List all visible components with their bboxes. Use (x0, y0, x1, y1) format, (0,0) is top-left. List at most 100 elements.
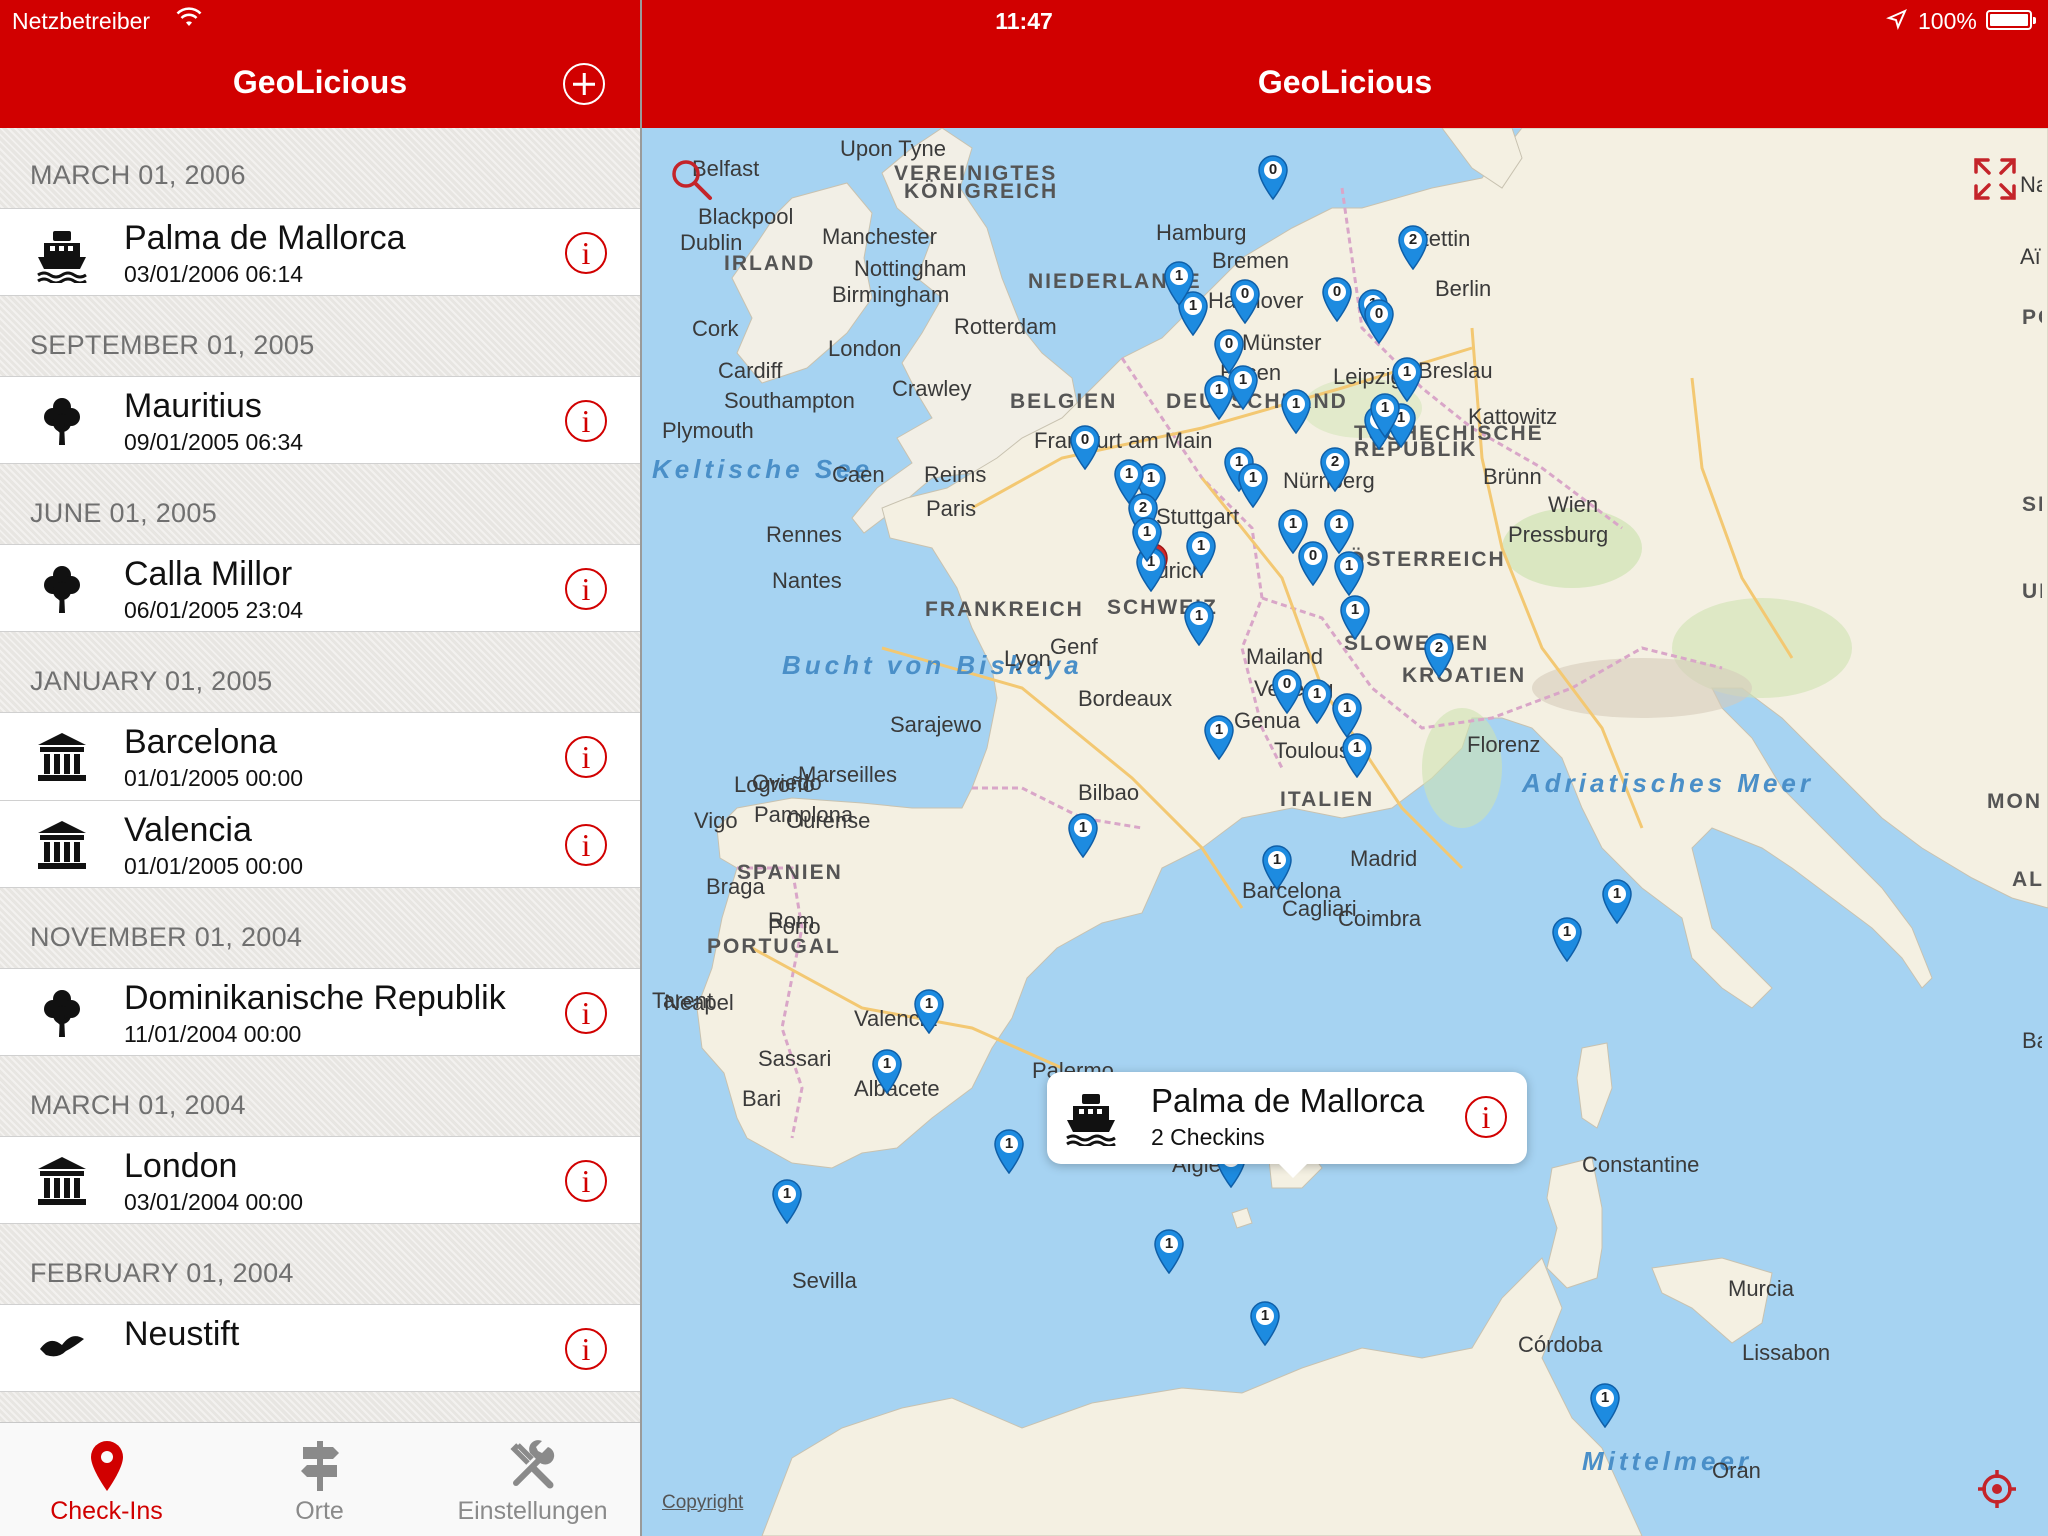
map-citie-label: Wien (1548, 492, 1599, 517)
map-pin-count: 0 (1240, 285, 1250, 302)
map-citie-label: Florenz (1467, 732, 1541, 757)
map-citie-label: Münster (1242, 330, 1322, 355)
map-pin[interactable]: 1 (1202, 714, 1236, 760)
bird-icon (36, 1323, 88, 1375)
add-checkin-button[interactable] (563, 63, 605, 105)
checkin-row[interactable]: Mauritius 09/01/2005 06:34 i (0, 376, 640, 464)
map-countrie-label: POL (2022, 306, 2042, 329)
map-pin-count: 1 (1272, 851, 1282, 868)
checkin-info-button[interactable]: i (565, 992, 607, 1034)
map-pin[interactable]: 1 (1588, 1382, 1622, 1428)
tab-check-ins[interactable]: Check-Ins (0, 1423, 213, 1536)
map-countrie-label: ÖSTERREICH (1348, 548, 1506, 571)
checkin-row[interactable]: Palma de Mallorca 03/01/2006 06:14 i (0, 208, 640, 296)
map-pin[interactable]: 1 (1600, 878, 1634, 924)
map-pin[interactable]: 2 (1318, 446, 1352, 492)
map-view[interactable]: VEREINIGTES KÖNIGREICH IRLAND NIEDERLANDE BE… (642, 128, 2048, 1536)
map-pin-count: 1 (1124, 465, 1134, 482)
right-nav-title: GeoLicious (1257, 64, 1433, 100)
checkin-title: Valencia (124, 811, 252, 849)
checkin-row[interactable]: Neustift i (0, 1304, 640, 1392)
checkin-row[interactable]: London 03/01/2004 00:00 i (0, 1136, 640, 1224)
map-pin[interactable]: 0 (1270, 668, 1304, 714)
map-callout-palma[interactable]: Palma de Mallorca 2 Checkins i (1047, 1072, 1527, 1178)
tab-orte[interactable]: Orte (213, 1423, 426, 1536)
map-pin[interactable]: 1 (1152, 1228, 1186, 1274)
map-pin[interactable]: 2 (1396, 224, 1430, 270)
map-search-icon[interactable] (668, 156, 714, 202)
map-pin[interactable]: 1 (1260, 844, 1294, 890)
checkin-info-button[interactable]: i (565, 400, 607, 442)
map-citie-label: Aïn Oussera (2020, 244, 2042, 269)
map-citie-label: Lyon (1004, 646, 1051, 671)
map-pin[interactable]: 1 (1340, 732, 1374, 778)
map-pin[interactable]: 1 (1248, 1300, 1282, 1346)
map-pin[interactable]: 1 (1332, 550, 1366, 596)
map-pin[interactable]: 1 (992, 1128, 1026, 1174)
map-pin[interactable]: 1 (1550, 916, 1584, 962)
map-countrie-label: UNG (2022, 580, 2042, 603)
clock-label: 11:47 (995, 8, 1053, 34)
map-citie-label: Frankfurt am Main (1034, 428, 1213, 453)
map-citie-label: Córdoba (1518, 1332, 1603, 1357)
map-countrie-label: KÖNIGREICH (904, 180, 1059, 203)
checkin-info-button[interactable]: i (565, 1328, 607, 1370)
section-header: MARCH 01, 2006 (30, 160, 246, 190)
checkin-info-button[interactable]: i (565, 232, 607, 274)
map-pin-count: 1 (1238, 371, 1248, 388)
map-pin[interactable]: 0 (1228, 278, 1262, 324)
map-citie-label: Genf (1050, 634, 1098, 659)
map-pin[interactable]: 1 (1226, 364, 1260, 410)
checkin-info-button[interactable]: i (565, 824, 607, 866)
checkin-row[interactable]: Valencia 01/01/2005 00:00 i (0, 800, 640, 888)
map-pin[interactable]: 0 (1362, 298, 1396, 344)
checkin-info-button[interactable]: i (565, 568, 607, 610)
checkin-row[interactable]: Calla Millor 06/01/2005 23:04 i (0, 544, 640, 632)
section-header: NOVEMBER 01, 2004 (30, 922, 303, 952)
map-pin[interactable]: 1 (1066, 812, 1100, 858)
map-countrie-label: AL (2012, 868, 2042, 891)
map-pin[interactable]: 1 (1300, 678, 1334, 724)
map-pin[interactable]: 1 (1236, 462, 1270, 508)
map-pin[interactable]: 1 (1162, 260, 1196, 306)
map-citie-label: Bremen (1212, 248, 1290, 273)
map-pin[interactable]: 1 (1182, 600, 1216, 646)
map-pin[interactable]: 1 (870, 1048, 904, 1094)
map-pin[interactable]: 1 (1279, 388, 1313, 434)
checkin-date: 03/01/2004 00:00 (124, 1189, 304, 1215)
map-pin[interactable]: 2 (1422, 632, 1456, 678)
map-pin[interactable]: 0 (1320, 276, 1354, 322)
callout-title: Palma de Mallorca (1151, 1082, 1425, 1119)
map-pin-count: 1 (782, 1185, 792, 1202)
checkin-list[interactable]: MARCH 01, 2006 Palma de Mallorca 03/01/200… (0, 128, 640, 1422)
map-citie-label: Madrid (1350, 846, 1418, 871)
map-pin[interactable]: 0 (1256, 154, 1290, 200)
map-pin[interactable]: 1 (1368, 392, 1402, 438)
checkin-info-button[interactable]: i (565, 736, 607, 778)
map-pin[interactable]: 1 (770, 1178, 804, 1224)
carrier-label: Netzbetreiber (12, 8, 151, 34)
checkin-info-button[interactable]: i (565, 1160, 607, 1202)
map-pin[interactable]: 1 (1338, 594, 1372, 640)
map-pin[interactable]: 1 (1330, 692, 1364, 738)
map-pin[interactable]: 1 (1184, 530, 1218, 576)
map-pin-count: 1 (1288, 515, 1298, 532)
map-pin-count: 1 (882, 1055, 892, 1072)
map-pin[interactable]: 1 (1130, 516, 1164, 562)
callout-info-button[interactable]: i (1465, 1096, 1507, 1138)
locate-me-icon[interactable] (1976, 1468, 2018, 1510)
map-pin[interactable]: 1 (912, 988, 946, 1034)
checkin-date: 03/01/2006 06:14 (124, 261, 304, 287)
checkin-title: Mauritius (124, 387, 262, 425)
map-copyright-link[interactable]: Copyright (662, 1492, 743, 1514)
checkin-row[interactable]: Barcelona 01/01/2005 00:00 i (0, 712, 640, 800)
map-pin-count: 1 (1004, 1135, 1014, 1152)
map-pin[interactable]: 0 (1068, 424, 1102, 470)
checkin-date: 01/01/2005 00:00 (124, 765, 304, 791)
map-citie-label: Crawley (892, 376, 972, 401)
map-pin[interactable]: 0 (1296, 540, 1330, 586)
tab-einstellungen[interactable]: Einstellungen (426, 1423, 639, 1536)
fullscreen-expand-icon[interactable] (1972, 156, 2018, 202)
checkin-row[interactable]: Dominikanische Republik 11/01/2004 00:00 i (0, 968, 640, 1056)
map-countrie-label: ITALIEN (1280, 788, 1375, 811)
